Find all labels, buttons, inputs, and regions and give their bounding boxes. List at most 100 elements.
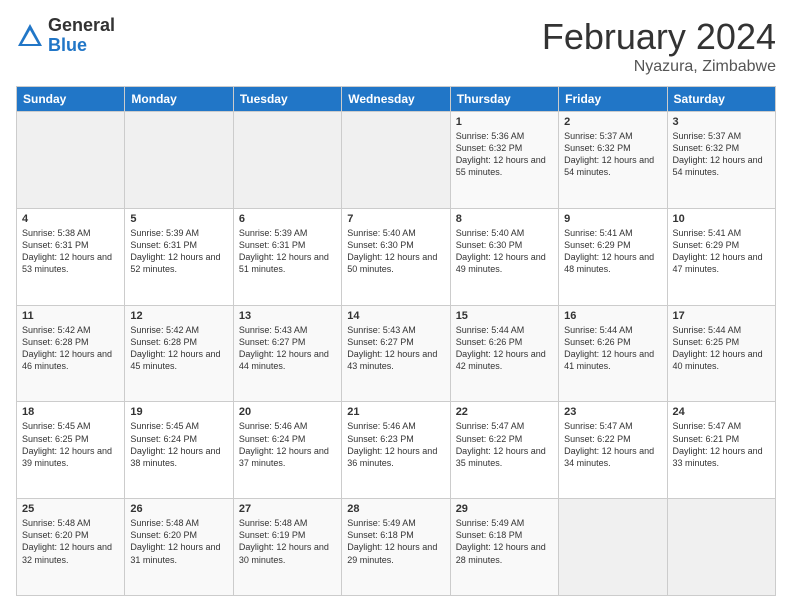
day-number: 8 bbox=[456, 213, 553, 225]
calendar-week-0: 1 Sunrise: 5:36 AM Sunset: 6:32 PM Daylig… bbox=[17, 112, 776, 209]
day-info: Sunrise: 5:46 AM Sunset: 6:24 PM Dayligh… bbox=[239, 420, 336, 469]
calendar-cell bbox=[667, 499, 775, 596]
calendar-cell: 12 Sunrise: 5:42 AM Sunset: 6:28 PM Dayli… bbox=[125, 305, 233, 402]
day-info: Sunrise: 5:47 AM Sunset: 6:22 PM Dayligh… bbox=[564, 420, 661, 469]
day-info: Sunrise: 5:39 AM Sunset: 6:31 PM Dayligh… bbox=[239, 227, 336, 276]
day-number: 1 bbox=[456, 116, 553, 128]
calendar-cell: 14 Sunrise: 5:43 AM Sunset: 6:27 PM Dayli… bbox=[342, 305, 450, 402]
calendar-cell: 22 Sunrise: 5:47 AM Sunset: 6:22 PM Dayli… bbox=[450, 402, 558, 499]
calendar-cell: 23 Sunrise: 5:47 AM Sunset: 6:22 PM Dayli… bbox=[559, 402, 667, 499]
day-number: 18 bbox=[22, 406, 119, 418]
day-info: Sunrise: 5:43 AM Sunset: 6:27 PM Dayligh… bbox=[347, 324, 444, 373]
logo-icon bbox=[16, 22, 44, 50]
day-info: Sunrise: 5:37 AM Sunset: 6:32 PM Dayligh… bbox=[673, 130, 770, 179]
day-info: Sunrise: 5:37 AM Sunset: 6:32 PM Dayligh… bbox=[564, 130, 661, 179]
header-cell-saturday: Saturday bbox=[667, 87, 775, 112]
subtitle: Nyazura, Zimbabwe bbox=[542, 58, 776, 76]
calendar-cell: 17 Sunrise: 5:44 AM Sunset: 6:25 PM Dayli… bbox=[667, 305, 775, 402]
calendar-cell: 21Sunrise: 5:46 AM Sunset: 6:23 PM Dayli… bbox=[342, 402, 450, 499]
calendar-cell: 4 Sunrise: 5:38 AM Sunset: 6:31 PM Daylig… bbox=[17, 208, 125, 305]
day-number: 12 bbox=[130, 310, 227, 322]
calendar-cell: 1 Sunrise: 5:36 AM Sunset: 6:32 PM Daylig… bbox=[450, 112, 558, 209]
day-info: Sunrise: 5:40 AM Sunset: 6:30 PM Dayligh… bbox=[456, 227, 553, 276]
day-number: 25 bbox=[22, 503, 119, 515]
title-section: February 2024 Nyazura, Zimbabwe bbox=[542, 16, 776, 76]
day-number: 24 bbox=[673, 406, 770, 418]
calendar-cell: 11 Sunrise: 5:42 AM Sunset: 6:28 PM Dayli… bbox=[17, 305, 125, 402]
day-number: 20 bbox=[239, 406, 336, 418]
day-info: Sunrise: 5:38 AM Sunset: 6:31 PM Dayligh… bbox=[22, 227, 119, 276]
calendar-cell: 15 Sunrise: 5:44 AM Sunset: 6:26 PM Dayli… bbox=[450, 305, 558, 402]
calendar-cell: 2 Sunrise: 5:37 AM Sunset: 6:32 PM Daylig… bbox=[559, 112, 667, 209]
day-number: 23 bbox=[564, 406, 661, 418]
day-number: 19 bbox=[130, 406, 227, 418]
main-title: February 2024 bbox=[542, 16, 776, 58]
header-cell-sunday: Sunday bbox=[17, 87, 125, 112]
header-row: SundayMondayTuesdayWednesdayThursdayFrid… bbox=[17, 87, 776, 112]
logo: General Blue bbox=[16, 16, 115, 56]
header-cell-thursday: Thursday bbox=[450, 87, 558, 112]
day-info: Sunrise: 5:42 AM Sunset: 6:28 PM Dayligh… bbox=[22, 324, 119, 373]
day-info: Sunrise: 5:41 AM Sunset: 6:29 PM Dayligh… bbox=[564, 227, 661, 276]
day-info: Sunrise: 5:47 AM Sunset: 6:22 PM Dayligh… bbox=[456, 420, 553, 469]
calendar-cell: 26 Sunrise: 5:48 AM Sunset: 6:20 PM Dayli… bbox=[125, 499, 233, 596]
day-info: Sunrise: 5:45 AM Sunset: 6:24 PM Dayligh… bbox=[130, 420, 227, 469]
day-info: Sunrise: 5:45 AM Sunset: 6:25 PM Dayligh… bbox=[22, 420, 119, 469]
calendar-cell: 18 Sunrise: 5:45 AM Sunset: 6:25 PM Dayli… bbox=[17, 402, 125, 499]
day-number: 2 bbox=[564, 116, 661, 128]
calendar-cell bbox=[559, 499, 667, 596]
calendar-cell bbox=[125, 112, 233, 209]
header-cell-monday: Monday bbox=[125, 87, 233, 112]
day-number: 4 bbox=[22, 213, 119, 225]
day-info: Sunrise: 5:39 AM Sunset: 6:31 PM Dayligh… bbox=[130, 227, 227, 276]
logo-text: General Blue bbox=[48, 16, 115, 56]
day-number: 11 bbox=[22, 310, 119, 322]
day-info: Sunrise: 5:48 AM Sunset: 6:19 PM Dayligh… bbox=[239, 517, 336, 566]
calendar-cell: 6 Sunrise: 5:39 AM Sunset: 6:31 PM Daylig… bbox=[233, 208, 341, 305]
calendar-cell: 7Sunrise: 5:40 AM Sunset: 6:30 PM Daylig… bbox=[342, 208, 450, 305]
calendar-cell: 28 Sunrise: 5:49 AM Sunset: 6:18 PM Dayli… bbox=[342, 499, 450, 596]
header-cell-wednesday: Wednesday bbox=[342, 87, 450, 112]
day-info: Sunrise: 5:42 AM Sunset: 6:28 PM Dayligh… bbox=[130, 324, 227, 373]
calendar-cell: 20 Sunrise: 5:46 AM Sunset: 6:24 PM Dayli… bbox=[233, 402, 341, 499]
calendar-week-3: 18 Sunrise: 5:45 AM Sunset: 6:25 PM Dayli… bbox=[17, 402, 776, 499]
page: General Blue February 2024 Nyazura, Zimb… bbox=[0, 0, 792, 612]
header-cell-friday: Friday bbox=[559, 87, 667, 112]
calendar-cell: 27 Sunrise: 5:48 AM Sunset: 6:19 PM Dayli… bbox=[233, 499, 341, 596]
day-number: 16 bbox=[564, 310, 661, 322]
day-info: Sunrise: 5:40 AM Sunset: 6:30 PM Dayligh… bbox=[347, 227, 444, 276]
day-number: 13 bbox=[239, 310, 336, 322]
calendar-cell: 13 Sunrise: 5:43 AM Sunset: 6:27 PM Dayli… bbox=[233, 305, 341, 402]
day-info: Sunrise: 5:43 AM Sunset: 6:27 PM Dayligh… bbox=[239, 324, 336, 373]
day-number: 9 bbox=[564, 213, 661, 225]
day-number: 28 bbox=[347, 503, 444, 515]
day-info: Sunrise: 5:36 AM Sunset: 6:32 PM Dayligh… bbox=[456, 130, 553, 179]
calendar-cell bbox=[342, 112, 450, 209]
day-number: 27 bbox=[239, 503, 336, 515]
calendar-cell: 5Sunrise: 5:39 AM Sunset: 6:31 PM Daylig… bbox=[125, 208, 233, 305]
header: General Blue February 2024 Nyazura, Zimb… bbox=[16, 16, 776, 76]
calendar-cell: 25 Sunrise: 5:48 AM Sunset: 6:20 PM Dayli… bbox=[17, 499, 125, 596]
day-info: Sunrise: 5:44 AM Sunset: 6:26 PM Dayligh… bbox=[456, 324, 553, 373]
day-number: 22 bbox=[456, 406, 553, 418]
day-number: 6 bbox=[239, 213, 336, 225]
calendar-cell: 24 Sunrise: 5:47 AM Sunset: 6:21 PM Dayli… bbox=[667, 402, 775, 499]
calendar-cell bbox=[233, 112, 341, 209]
day-info: Sunrise: 5:47 AM Sunset: 6:21 PM Dayligh… bbox=[673, 420, 770, 469]
day-info: Sunrise: 5:44 AM Sunset: 6:25 PM Dayligh… bbox=[673, 324, 770, 373]
day-number: 10 bbox=[673, 213, 770, 225]
day-info: Sunrise: 5:48 AM Sunset: 6:20 PM Dayligh… bbox=[130, 517, 227, 566]
day-number: 15 bbox=[456, 310, 553, 322]
day-info: Sunrise: 5:49 AM Sunset: 6:18 PM Dayligh… bbox=[347, 517, 444, 566]
day-info: Sunrise: 5:48 AM Sunset: 6:20 PM Dayligh… bbox=[22, 517, 119, 566]
day-info: Sunrise: 5:46 AM Sunset: 6:23 PM Dayligh… bbox=[347, 420, 444, 469]
calendar-week-1: 4 Sunrise: 5:38 AM Sunset: 6:31 PM Daylig… bbox=[17, 208, 776, 305]
calendar-cell: 29Sunrise: 5:49 AM Sunset: 6:18 PM Dayli… bbox=[450, 499, 558, 596]
day-number: 3 bbox=[673, 116, 770, 128]
calendar-header: SundayMondayTuesdayWednesdayThursdayFrid… bbox=[17, 87, 776, 112]
day-info: Sunrise: 5:49 AM Sunset: 6:18 PM Dayligh… bbox=[456, 517, 553, 566]
calendar-cell: 3 Sunrise: 5:37 AM Sunset: 6:32 PM Daylig… bbox=[667, 112, 775, 209]
day-number: 17 bbox=[673, 310, 770, 322]
day-number: 26 bbox=[130, 503, 227, 515]
day-number: 14 bbox=[347, 310, 444, 322]
